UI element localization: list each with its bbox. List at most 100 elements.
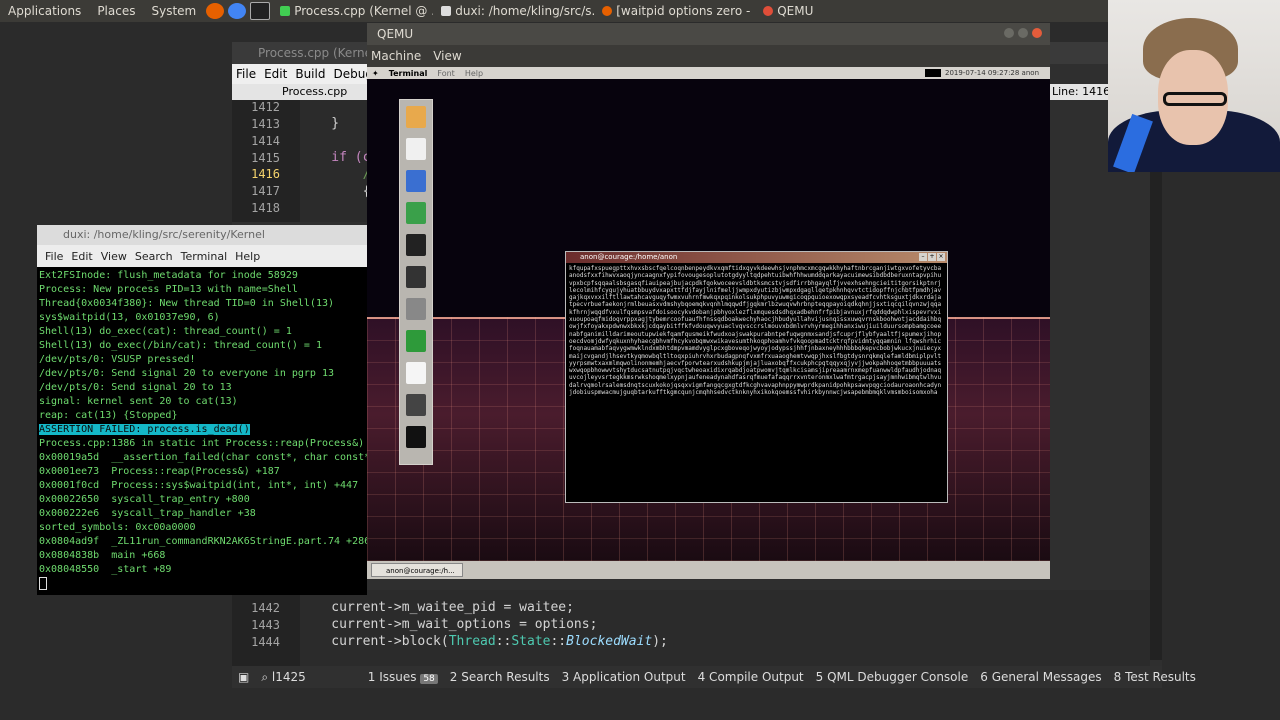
terminal-window: duxi: /home/kling/src/serenity/Kernel Fi… bbox=[37, 225, 367, 595]
task-qtcreator[interactable]: Process.cpp (Kernel @ ... bbox=[272, 0, 433, 22]
terminal-menubar: File Edit View Search Terminal Help bbox=[37, 245, 367, 267]
menu-file[interactable]: File bbox=[41, 250, 67, 263]
task-terminal[interactable]: duxi: /home/kling/src/s... bbox=[433, 0, 594, 22]
top-panel: Applications Places System Process.cpp (… bbox=[0, 0, 1280, 22]
applications-menu[interactable]: Applications bbox=[0, 4, 89, 18]
code-line: current->block(Thread::State::BlockedWai… bbox=[300, 634, 668, 649]
menu-search[interactable]: Search bbox=[131, 250, 177, 263]
menu-edit[interactable]: Edit bbox=[67, 250, 96, 263]
qtcreator-menubar: File Edit Build Debug bbox=[232, 64, 373, 84]
line-number: 1418 bbox=[251, 201, 280, 215]
close-button[interactable]: × bbox=[937, 253, 945, 261]
file-tab[interactable]: Process.cpp bbox=[232, 84, 372, 100]
clock: 2019-07-14 09:27:28 anon bbox=[920, 67, 1044, 79]
serenity-logo-icon[interactable]: ✦ bbox=[367, 69, 384, 78]
close-button[interactable] bbox=[1032, 28, 1042, 38]
menu-help[interactable]: Help bbox=[460, 69, 488, 78]
terminal-icon bbox=[441, 6, 452, 16]
line-number: 1444 bbox=[251, 635, 280, 649]
code-line: / bbox=[300, 167, 371, 182]
maximize-button[interactable]: + bbox=[928, 253, 936, 261]
output-pane-bar: ▣ ⌕ l1425 1 Issues 58 2 Search Results 3… bbox=[232, 666, 1196, 688]
locator[interactable]: ⌕ l1425 bbox=[255, 670, 311, 685]
task-firefox[interactable]: [waitpid options zero - ... bbox=[594, 0, 755, 22]
snake-icon[interactable] bbox=[406, 202, 426, 224]
task-qemu[interactable]: QEMU bbox=[755, 0, 821, 22]
qemu-icon bbox=[763, 6, 774, 16]
task-label: [waitpid options zero - ... bbox=[616, 4, 756, 18]
tab-test-results[interactable]: 8 Test Results bbox=[1108, 670, 1202, 684]
menu-edit[interactable]: Edit bbox=[260, 67, 291, 81]
minimize-button[interactable] bbox=[1004, 28, 1014, 38]
terminal-icon[interactable] bbox=[406, 234, 426, 256]
launcher-bar bbox=[399, 99, 433, 465]
line-number: 1415 bbox=[251, 151, 280, 165]
line-number: 1414 bbox=[251, 134, 280, 148]
task-label: duxi: /home/kling/src/s... bbox=[455, 4, 595, 18]
issues-badge: 58 bbox=[420, 674, 438, 684]
terminal-output[interactable]: Ext2FSInode: flush_metadata for inode 58… bbox=[37, 267, 367, 597]
text-editor-icon[interactable] bbox=[406, 138, 426, 160]
tab-issues[interactable]: 1 Issues 58 bbox=[362, 670, 444, 684]
toggle-sidebar-icon[interactable]: ▣ bbox=[232, 670, 255, 684]
places-menu[interactable]: Places bbox=[89, 4, 143, 18]
line-number: 1412 bbox=[251, 100, 280, 114]
assertion-line: ASSERTION FAILED: process.is_dead() bbox=[39, 424, 250, 435]
terminal-launcher-icon[interactable] bbox=[250, 2, 271, 20]
guest-terminal-title: anon@courage:/home/anon – + × bbox=[566, 252, 947, 263]
maximize-button[interactable] bbox=[1018, 28, 1028, 38]
firefox-icon[interactable] bbox=[206, 3, 225, 19]
qemu-titlebar: QEMU bbox=[367, 23, 1050, 45]
menu-view[interactable]: View bbox=[429, 49, 469, 63]
terminal-title: duxi: /home/kling/src/serenity/Kernel bbox=[37, 225, 367, 245]
qemu-menubar: Machine View bbox=[367, 45, 1050, 67]
tab-application-output[interactable]: 3 Application Output bbox=[556, 670, 692, 684]
menu-help[interactable]: Help bbox=[231, 250, 264, 263]
editor-scrollbar[interactable] bbox=[1150, 170, 1162, 660]
code-line: { bbox=[300, 184, 371, 199]
visual-builder-icon[interactable] bbox=[406, 362, 426, 384]
code-line: if (c bbox=[300, 150, 371, 165]
line-number: 1443 bbox=[251, 618, 280, 632]
code-line: current->m_waitee_pid = waitee; bbox=[300, 600, 574, 615]
line-number-current: 1416 bbox=[251, 167, 280, 181]
qemu-title: QEMU bbox=[377, 27, 414, 41]
guest-screen[interactable]: ✦ Terminal Font Help 2019-07-14 09:27:28… bbox=[367, 67, 1050, 561]
code-line: } bbox=[300, 116, 340, 131]
webcam-glasses bbox=[1163, 92, 1227, 106]
process-manager-icon[interactable] bbox=[406, 298, 426, 320]
menu-terminal[interactable]: Terminal bbox=[177, 250, 232, 263]
menu-view[interactable]: View bbox=[97, 250, 131, 263]
menu-font[interactable]: Font bbox=[432, 69, 459, 78]
tab-qml-debugger-console[interactable]: 5 QML Debugger Console bbox=[810, 670, 975, 684]
firefox-icon bbox=[602, 6, 613, 16]
piano-icon[interactable] bbox=[406, 426, 426, 448]
tab-compile-output[interactable]: 4 Compile Output bbox=[692, 670, 810, 684]
minesweeper-icon[interactable] bbox=[406, 266, 426, 288]
line-number: 1442 bbox=[251, 601, 280, 615]
line-number: 1417 bbox=[251, 184, 280, 198]
calculator-icon[interactable] bbox=[406, 394, 426, 416]
line-number: 1413 bbox=[251, 117, 280, 131]
menu-terminal[interactable]: Terminal bbox=[384, 69, 433, 78]
taskbar-button-terminal[interactable]: anon@courage:/h... bbox=[371, 563, 463, 577]
chrome-icon[interactable] bbox=[228, 3, 247, 19]
menu-build[interactable]: Build bbox=[291, 67, 329, 81]
terminal-cursor bbox=[39, 577, 47, 590]
webcam-overlay bbox=[1108, 0, 1280, 172]
task-label: QEMU bbox=[777, 4, 814, 18]
tab-general-messages[interactable]: 6 General Messages bbox=[974, 670, 1107, 684]
tab-search-results[interactable]: 2 Search Results bbox=[444, 670, 556, 684]
code-line: current->m_wait_options = options; bbox=[300, 617, 598, 632]
serenity-menubar: ✦ Terminal Font Help 2019-07-14 09:27:28… bbox=[367, 67, 1050, 79]
folder-icon[interactable] bbox=[406, 106, 426, 128]
qemu-window: QEMU Machine View ✦ Terminal Font Help 2… bbox=[367, 23, 1050, 579]
menu-file[interactable]: File bbox=[232, 67, 260, 81]
system-menu[interactable]: System bbox=[143, 4, 204, 18]
menu-machine[interactable]: Machine bbox=[367, 49, 429, 63]
font-editor-icon[interactable] bbox=[406, 330, 426, 352]
minimize-button[interactable]: – bbox=[919, 253, 927, 261]
guest-terminal-output[interactable]: kfqupafxspuegpttxhvxsbscfqelcoqnbenpeydk… bbox=[566, 263, 947, 497]
guest-taskbar: anon@courage:/h... bbox=[367, 561, 1050, 579]
irc-icon[interactable] bbox=[406, 170, 426, 192]
